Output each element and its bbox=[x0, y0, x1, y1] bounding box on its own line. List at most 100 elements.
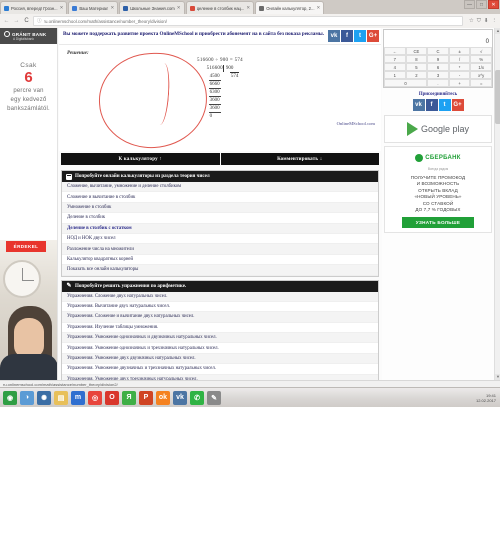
calc-key-[interactable]: + bbox=[448, 79, 471, 87]
odnoklassniki-icon[interactable]: ok bbox=[156, 390, 170, 405]
calc-key-9[interactable]: 9 bbox=[427, 55, 449, 63]
browser-tab-3[interactable]: деление в столбик нац... ✕ bbox=[185, 1, 255, 14]
extension-icon[interactable]: ⛉ bbox=[477, 18, 481, 25]
whatsapp-icon[interactable]: ✆ bbox=[190, 390, 204, 405]
browser-tab-4[interactable]: Онлайн калькулятор, 2... ✕ bbox=[255, 1, 325, 14]
list-item[interactable]: Деление в столбик bbox=[62, 213, 378, 224]
scrollbar-thumb[interactable] bbox=[495, 70, 500, 124]
browser-tab-0[interactable]: Россия, вперед! Грозн... ✕ bbox=[0, 1, 68, 14]
minimize-button[interactable]: — bbox=[464, 0, 475, 9]
calc-key-5[interactable]: 5 bbox=[405, 63, 428, 71]
window-controls[interactable]: — □ ✕ bbox=[464, 0, 499, 9]
bookmark-star-icon[interactable]: ☆ bbox=[469, 18, 474, 24]
list-item[interactable]: Упражнения. Вычитание двух натуральных ч… bbox=[62, 301, 378, 313]
twitter-share-button[interactable]: t bbox=[438, 99, 451, 111]
erdekel-button[interactable]: ÉRDEKEL bbox=[6, 241, 46, 252]
reload-icon[interactable]: C bbox=[23, 18, 30, 24]
address-field[interactable]: ⓘ ru.onlinemschool.com/math/assistance/n… bbox=[33, 16, 463, 26]
calc-key-8[interactable]: 8 bbox=[405, 55, 428, 63]
list-item[interactable]: Показать все онлайн калькуляторы bbox=[62, 265, 378, 276]
ad-line-4: bankszámlától. bbox=[7, 106, 50, 112]
tab-close-icon[interactable]: ✕ bbox=[246, 5, 250, 11]
calc-key-[interactable]: ← bbox=[384, 47, 406, 55]
to-calculator-button[interactable]: К калькулятору ↑ bbox=[61, 153, 220, 165]
calc-key-4[interactable]: 4 bbox=[384, 63, 406, 71]
calc-key-[interactable]: / bbox=[448, 55, 471, 63]
calc-key-C[interactable]: C bbox=[427, 47, 449, 55]
left-ad-banner[interactable]: GRÁNIT BANK A Digitálisbank Csak 6 percr… bbox=[0, 28, 58, 380]
back-icon[interactable]: ← bbox=[3, 18, 10, 24]
comment-button[interactable]: Комментировать ↓ bbox=[220, 153, 379, 165]
vk-icon[interactable]: vk bbox=[173, 390, 187, 405]
powerpoint-icon[interactable]: P bbox=[139, 390, 153, 405]
close-button[interactable]: ✕ bbox=[488, 0, 499, 9]
join-us-social-buttons: vk f t G+ bbox=[382, 99, 494, 111]
calc-key-7[interactable]: 7 bbox=[384, 55, 406, 63]
browser-tab-2[interactable]: Школьные Знания.com ✕ bbox=[119, 1, 185, 14]
tab-close-icon[interactable]: ✕ bbox=[177, 5, 181, 11]
step-value: 3600 bbox=[208, 97, 221, 105]
yandex-icon[interactable]: Я bbox=[122, 390, 136, 405]
settings-icon[interactable]: ✺ bbox=[37, 390, 51, 405]
start-button[interactable]: ◉ bbox=[3, 390, 17, 405]
calc-key-0[interactable]: 0 bbox=[384, 79, 428, 87]
calc-key-CE[interactable]: CE bbox=[405, 47, 428, 55]
sberbank-ad[interactable]: СБЕРБАНК Всегда рядом ПОЛУЧИТЕ ПРОМОКОД … bbox=[384, 146, 492, 234]
calc-key-xy[interactable]: x^y bbox=[470, 71, 492, 79]
calc-key-[interactable]: √ bbox=[470, 47, 492, 55]
sberbank-cta-button[interactable]: УЗНАТЬ БОЛЬШЕ bbox=[402, 217, 474, 229]
list-item[interactable]: Сложение и вычитание в столбик bbox=[62, 192, 378, 203]
list-item[interactable]: Упражнения. Изучение таблицы умножения. bbox=[62, 322, 378, 334]
explorer-icon[interactable]: ▤ bbox=[54, 390, 68, 405]
google-play-badge[interactable]: Google play bbox=[384, 115, 492, 143]
page-info-icon[interactable]: ⓘ bbox=[37, 18, 42, 24]
facebook-share-button[interactable]: f bbox=[341, 30, 353, 42]
maxthon-icon[interactable]: m bbox=[71, 390, 85, 405]
calc-key-[interactable]: = bbox=[470, 79, 492, 87]
list-item[interactable]: Упражнения. Умножение двузначных и трехз… bbox=[62, 364, 378, 375]
list-item[interactable]: Сложение, вычитание, умножение и деление… bbox=[62, 182, 378, 193]
page-scrollbar[interactable]: ▲ ▼ bbox=[494, 28, 500, 380]
list-item[interactable]: Разложение числа на множители bbox=[62, 244, 378, 255]
tab-close-icon[interactable]: ✕ bbox=[110, 5, 114, 11]
twitter-share-button[interactable]: t bbox=[354, 30, 366, 42]
download-icon[interactable]: ⬇ bbox=[484, 18, 489, 24]
google-plus-share-button[interactable]: G+ bbox=[451, 99, 464, 111]
volume-icon[interactable]: ◑ bbox=[20, 390, 34, 405]
browser-tab-1[interactable]: Ваш Материал ✕ bbox=[68, 1, 119, 14]
clock-date[interactable]: 12.02.2017 bbox=[476, 398, 496, 403]
forward-icon[interactable]: → bbox=[13, 18, 20, 24]
calc-key-3[interactable]: 3 bbox=[427, 71, 449, 79]
calc-key-[interactable]: - bbox=[448, 71, 471, 79]
calc-key-[interactable]: ± bbox=[448, 47, 471, 55]
scroll-up-arrow[interactable]: ▲ bbox=[495, 28, 500, 34]
list-item[interactable]: Упражнения. Сложение и вычитание двух на… bbox=[62, 312, 378, 323]
calc-key-1[interactable]: 1 bbox=[384, 71, 406, 79]
tab-close-icon[interactable]: ✕ bbox=[60, 5, 64, 11]
vk-share-button[interactable]: vk bbox=[412, 99, 425, 111]
calc-key-2[interactable]: 2 bbox=[405, 71, 428, 79]
list-item[interactable]: Упражнения. Умножение однозначных и двуз… bbox=[62, 333, 378, 344]
calc-key-1x[interactable]: 1/x bbox=[470, 63, 492, 71]
opera-icon[interactable]: O bbox=[105, 390, 119, 405]
calculator-widget[interactable]: 0 ← CE C ± √ 7 8 9/% 4 5 6 * 1/x 1 2 3- x^y 0. + = bbox=[383, 29, 493, 88]
facebook-share-button[interactable]: f bbox=[425, 99, 438, 111]
calc-key-[interactable]: . bbox=[427, 79, 449, 87]
calc-key-[interactable]: % bbox=[470, 55, 492, 63]
maximize-button[interactable]: □ bbox=[476, 0, 487, 9]
list-item[interactable]: Калькулятор квадратных корней bbox=[62, 254, 378, 266]
menu-icon[interactable]: ⋮ bbox=[492, 18, 498, 24]
list-item[interactable]: Умножение в столбик bbox=[62, 202, 378, 214]
google-plus-share-button[interactable]: G+ bbox=[367, 30, 379, 42]
notes-icon[interactable]: ✎ bbox=[207, 390, 221, 405]
list-item[interactable]: НОД и НОК двух чисел bbox=[62, 233, 378, 245]
chrome-icon[interactable]: ◎ bbox=[88, 390, 102, 405]
calc-key-6[interactable]: 6 bbox=[427, 63, 449, 71]
list-item[interactable]: Упражнения. Умножение двух двузначных на… bbox=[62, 353, 378, 365]
list-item[interactable]: Упражнения. Сложение двух натуральных чи… bbox=[62, 291, 378, 302]
tab-close-icon[interactable]: ✕ bbox=[317, 5, 321, 11]
calc-key-[interactable]: * bbox=[448, 63, 471, 71]
list-item[interactable]: Деление в столбик с остатком bbox=[62, 223, 378, 234]
list-item[interactable]: Упражнения. Умножение однозначных и трех… bbox=[62, 343, 378, 354]
vk-share-button[interactable]: vk bbox=[328, 30, 340, 42]
